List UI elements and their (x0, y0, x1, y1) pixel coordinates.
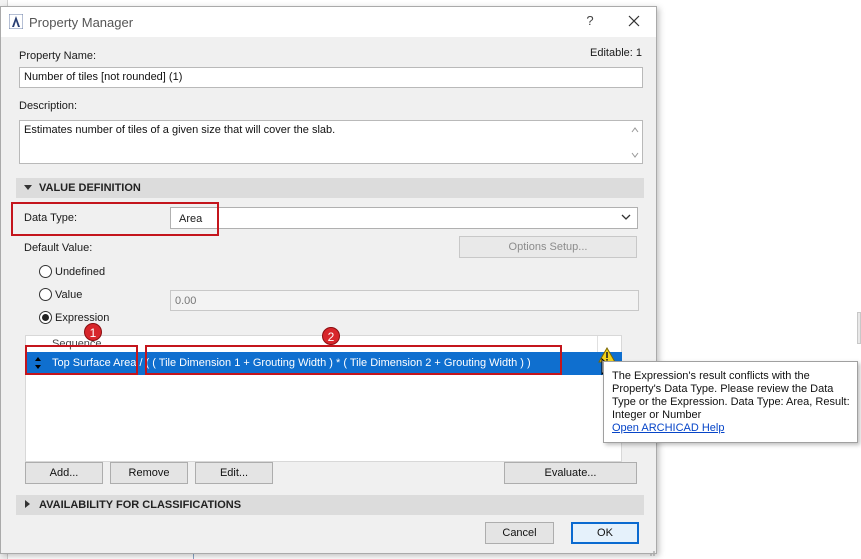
property-name-label: Property Name: (19, 50, 97, 62)
window-title: Property Manager (29, 15, 134, 30)
chevron-down-icon (621, 214, 631, 220)
resize-grip-icon[interactable] (646, 547, 656, 557)
radio-selected-dot (42, 314, 49, 321)
tooltip-line-1: The Expression's result conflicts with t… (612, 370, 810, 382)
radio-undefined[interactable] (39, 265, 52, 278)
add-button[interactable]: Add... (25, 462, 103, 484)
default-value-label: Default Value: (24, 242, 93, 254)
options-setup-button[interactable]: Options Setup... (459, 236, 637, 258)
editable-count-label: Editable: 1 (590, 47, 642, 59)
help-button[interactable]: ? (583, 13, 597, 28)
value-definition-section-header[interactable]: VALUE DEFINITION (16, 178, 644, 198)
background-side-tab (857, 312, 861, 344)
data-type-select[interactable]: Area (170, 207, 638, 229)
tooltip-line-4: Integer or Number (612, 409, 702, 421)
value-definition-title: VALUE DEFINITION (39, 182, 141, 194)
callout-box-data-type (11, 202, 219, 236)
open-help-link[interactable]: Open ARCHICAD Help (612, 422, 725, 434)
property-name-input[interactable]: Number of tiles [not rounded] (1) (19, 67, 643, 88)
collapse-triangle-icon (24, 185, 32, 190)
radio-expression[interactable] (39, 311, 52, 324)
description-text: Estimates number of tiles of a given siz… (24, 124, 336, 136)
remove-button[interactable]: Remove (110, 462, 188, 484)
property-manager-dialog: Property Manager ? Property Name: Editab… (0, 6, 657, 557)
description-label: Description: (19, 100, 78, 112)
close-icon[interactable] (625, 12, 643, 30)
availability-title: AVAILABILITY FOR CLASSIFICATIONS (39, 499, 242, 511)
ok-button[interactable]: OK (571, 522, 639, 544)
evaluate-button[interactable]: Evaluate... (504, 462, 637, 484)
radio-value[interactable] (39, 288, 52, 301)
availability-section-header[interactable]: AVAILABILITY FOR CLASSIFICATIONS (16, 495, 644, 515)
value-input[interactable]: 0.00 (170, 290, 639, 311)
expand-triangle-icon (25, 500, 30, 508)
tooltip-line-2: Property's Data Type. Please review the … (612, 383, 834, 395)
edit-button[interactable]: Edit... (195, 462, 273, 484)
description-scrollbar[interactable] (628, 121, 642, 163)
radio-value-label[interactable]: Value (55, 289, 82, 301)
callout-box-expression-start (25, 345, 138, 375)
radio-expression-label[interactable]: Expression (55, 312, 109, 324)
callout-box-expression-formula (145, 345, 562, 375)
description-textarea[interactable]: Estimates number of tiles of a given siz… (19, 120, 643, 164)
scroll-up-icon[interactable] (631, 126, 639, 134)
callout-badge-1: 1 (84, 323, 102, 341)
cancel-button[interactable]: Cancel (485, 522, 554, 544)
callout-badge-2: 2 (322, 327, 340, 345)
tooltip-line-3: Type or the Expression. Data Type: Area,… (612, 396, 850, 408)
scroll-down-icon[interactable] (631, 151, 639, 159)
title-bar[interactable]: Property Manager ? (1, 7, 656, 37)
archicad-app-icon (9, 14, 23, 29)
radio-undefined-label[interactable]: Undefined (55, 266, 105, 278)
warning-tooltip: The Expression's result conflicts with t… (603, 361, 858, 443)
